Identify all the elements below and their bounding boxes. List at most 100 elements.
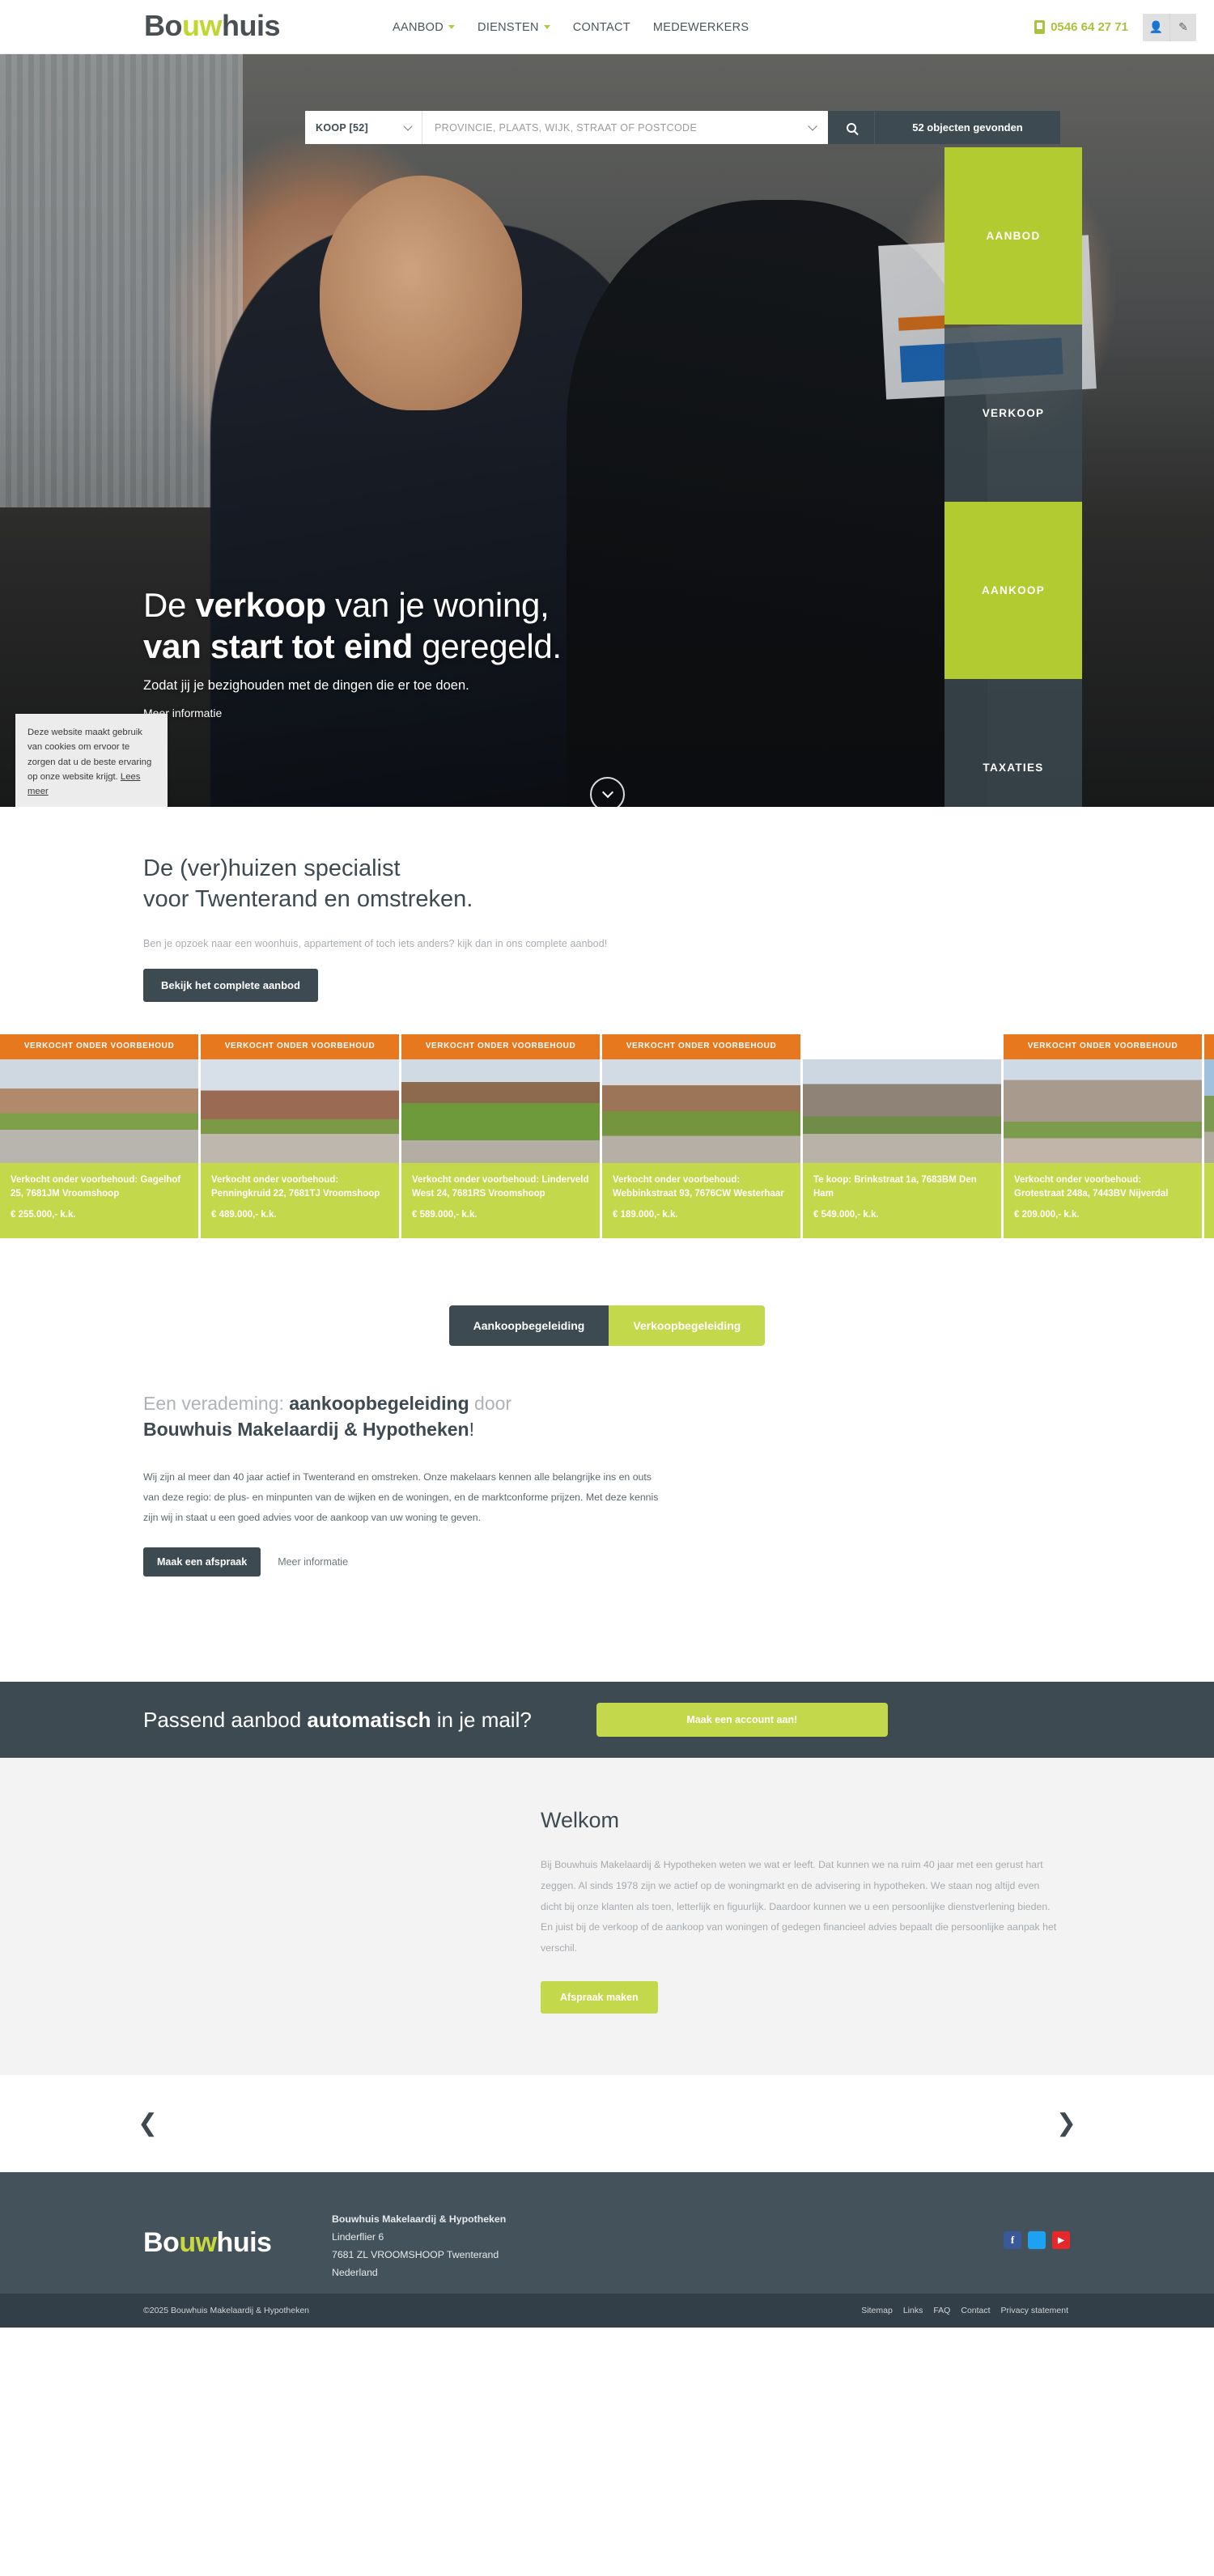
property-title: Verkocht onder voorbehoud: Webbinkstraat…: [613, 1174, 784, 1199]
property-photo: [803, 1059, 1001, 1163]
footer-address-line2: 7681 ZL VROOMSHOOP Twenterand: [332, 2249, 499, 2261]
main-navigation: AANBOD DIENSTEN CONTACT MEDEWERKERS: [393, 0, 749, 54]
view-all-listings-button[interactable]: Bekijk het complete aanbod: [143, 968, 318, 1002]
header-phone-link[interactable]: 0546 64 27 71: [1034, 20, 1128, 34]
newsletter-cta-band: Passend aanbod automatisch in je mail? M…: [0, 1682, 1214, 1759]
hero-headline-part: van je woning,: [325, 586, 550, 624]
site-logo[interactable]: Bouwhuis: [144, 9, 281, 42]
guidance-heading-part: Een verademing:: [143, 1392, 290, 1414]
tab-verkoopbegeleiding[interactable]: Verkoopbegeleiding: [609, 1305, 766, 1346]
property-card[interactable]: VERKOCHT ONDER VOORBEHOUD Verkocht onder…: [1004, 1033, 1202, 1238]
footer-address-line1: Linderflier 6: [332, 2231, 384, 2243]
user-icon[interactable]: 👤: [1143, 13, 1169, 41]
property-card[interactable]: VERKOCHT ONDER VOORBEHOUD Verkocht onder…: [201, 1033, 399, 1238]
search-icon: [846, 122, 856, 133]
hero-tile-aanbod[interactable]: AANBOD: [944, 147, 1082, 325]
guidance-heading-part: door: [469, 1392, 512, 1414]
hero-tile-taxaties[interactable]: TAXATIES: [944, 679, 1082, 807]
hero-tile-label: TAXATIES: [983, 762, 1044, 774]
search-results-label: 52 objecten gevonden: [912, 121, 1023, 134]
account-buttons: 👤 ✎: [1143, 13, 1196, 41]
hero-headline-part: De: [143, 586, 196, 624]
twitter-icon[interactable]: [1028, 2231, 1046, 2250]
property-title: Te koop: Brinkstraat 1a, 7683BM Den Ham: [813, 1174, 977, 1199]
property-search-bar: KOOP [52] PROVINCIE, PLAATS, WIJK, STRAA…: [305, 111, 1060, 144]
chevron-down-icon: [403, 121, 413, 131]
guidance-tabs: Aankoopbegeleiding Verkoopbegeleiding: [0, 1305, 1214, 1346]
guidance-actions: Maak een afspraak Meer informatie: [143, 1547, 1214, 1577]
property-card[interactable]: Te koop: Brinkstraat 1a, 7683BM Den Ham …: [803, 1034, 1001, 1238]
guidance-heading-strong: aankoopbegeleiding: [289, 1392, 469, 1414]
hero-quick-links: AANBOD VERKOOP AANKOOP TAXATIES: [944, 147, 1082, 807]
pencil-icon[interactable]: ✎: [1169, 13, 1196, 41]
property-card[interactable]: VERKOCHT ONDER VOORBEHOUD Verkocht onder…: [401, 1033, 600, 1238]
scroll-down-button[interactable]: [590, 777, 625, 807]
nav-item-aanbod[interactable]: AANBOD: [393, 21, 456, 34]
property-card[interactable]: VERKOCHT ONDER VOORBEHOUD Verkocht onder…: [0, 1033, 198, 1238]
specialist-heading-line1: De (ver)huizen specialist: [143, 855, 401, 881]
footer-link-contact[interactable]: Contact: [961, 2306, 990, 2315]
guidance-heading-part: !: [469, 1419, 474, 1441]
phone-icon: [1034, 20, 1046, 34]
property-price: € 209.000,- k.k.: [1014, 1210, 1080, 1220]
hero-tile-label: AANBOD: [986, 230, 1041, 242]
footer-link-sitemap[interactable]: Sitemap: [861, 2306, 893, 2315]
hero-subtitle: Zodat jij je bezighouden met de dingen d…: [143, 678, 469, 694]
specialist-heading: De (ver)huizen specialist voor Twenteran…: [143, 853, 1214, 915]
footer-link-links[interactable]: Links: [903, 2306, 923, 2315]
property-status-flag: VERKOCHT ONDER VOORBEHOUD: [602, 1033, 800, 1059]
logo-prefix: Bo: [144, 9, 183, 42]
guidance-section: Een verademing: aankoopbegeleiding door …: [0, 1345, 1214, 1577]
property-card-body: Te koop: Brinkstraat 1a, 7683BM Den Ham …: [803, 1162, 1001, 1238]
guidance-more-info-link[interactable]: Meer informatie: [278, 1556, 348, 1568]
welcome-appointment-button[interactable]: Afspraak maken: [541, 1981, 658, 2014]
youtube-icon[interactable]: ▶: [1052, 2231, 1070, 2250]
header-phone-number: 0546 64 27 71: [1051, 20, 1128, 34]
footer-address-line3: Nederland: [332, 2266, 378, 2278]
chevron-right-icon[interactable]: ❯: [1056, 2111, 1076, 2136]
hero-headline-part: geregeld.: [412, 627, 562, 666]
property-card[interactable]: VERKOCHT ONDER VOORBEHOUD Verkocht onder…: [602, 1033, 800, 1238]
footer-link-privacy[interactable]: Privacy statement: [1001, 2306, 1068, 2315]
copyright-text: ©2025 Bouwhuis Makelaardij & Hypotheken: [143, 2306, 310, 2316]
property-photo: [1004, 1059, 1202, 1163]
nav-item-contact[interactable]: CONTACT: [573, 21, 630, 34]
search-type-select[interactable]: KOOP [52]: [305, 111, 422, 144]
chevron-left-icon[interactable]: ❮: [138, 2111, 158, 2136]
logo-highlight: uw: [182, 9, 223, 42]
facebook-icon[interactable]: f: [1004, 2231, 1021, 2250]
property-card-body: Verkocht onder voorbehoud: Grotestraat 2…: [1004, 1162, 1202, 1238]
footer-logo-prefix: Bo: [143, 2227, 180, 2259]
chevron-down-icon: [601, 786, 613, 799]
property-photo: [401, 1059, 600, 1163]
search-submit-button[interactable]: [828, 111, 874, 144]
chevron-down-icon: [808, 121, 817, 131]
property-status-flag: VERKOCHT ONDER VOORBEHOUD: [401, 1033, 600, 1059]
footer-links: Sitemap Links FAQ Contact Privacy statem…: [861, 2306, 1068, 2315]
chevron-down-icon: [448, 25, 456, 29]
footer-link-faq[interactable]: FAQ: [933, 2306, 950, 2315]
hero-tile-verkoop[interactable]: VERKOOP: [944, 325, 1082, 502]
property-price: € 255.000,- k.k.: [11, 1210, 76, 1220]
specialist-paragraph: Ben je opzoek naar een woonhuis, apparte…: [143, 937, 608, 949]
property-card-list: VERKOCHT ONDER VOORBEHOUD Verkocht onder…: [0, 1033, 1214, 1238]
make-appointment-button[interactable]: Maak een afspraak: [143, 1547, 261, 1577]
tab-aankoopbegeleiding[interactable]: Aankoopbegeleiding: [448, 1305, 609, 1346]
property-card[interactable]: VERKOCHT ONDER VOORBEHOUD Verkocht onder…: [1204, 1033, 1214, 1238]
hero-tile-aankoop[interactable]: AANKOOP: [944, 502, 1082, 679]
property-title: Verkocht onder voorbehoud: Grotestraat 2…: [1014, 1174, 1169, 1199]
nav-label: DIENSTEN: [478, 20, 539, 34]
nav-item-diensten[interactable]: DIENSTEN: [478, 21, 550, 34]
property-card-body: Verkocht onder voorbehoud: Webbinkstraat…: [602, 1162, 800, 1238]
nav-item-medewerkers[interactable]: MEDEWERKERS: [653, 21, 749, 34]
search-location-input[interactable]: PROVINCIE, PLAATS, WIJK, STRAAT OF POSTC…: [422, 111, 828, 144]
cookie-consent-banner: Deze website maakt gebruik van cookies o…: [15, 714, 168, 807]
property-price: € 589.000,- k.k.: [412, 1210, 478, 1220]
search-results-count[interactable]: 52 objecten gevonden: [874, 111, 1060, 144]
create-account-button[interactable]: Maak een account aan!: [596, 1703, 888, 1738]
hero-tile-label: VERKOOP: [982, 407, 1045, 419]
property-status-flag: VERKOCHT ONDER VOORBEHOUD: [1004, 1033, 1202, 1059]
search-location-placeholder: PROVINCIE, PLAATS, WIJK, STRAAT OF POSTC…: [435, 121, 698, 134]
specialist-heading-line2: voor Twenterand en omstreken.: [143, 886, 473, 913]
guidance-heading-strong: Bouwhuis Makelaardij & Hypotheken: [143, 1419, 469, 1441]
